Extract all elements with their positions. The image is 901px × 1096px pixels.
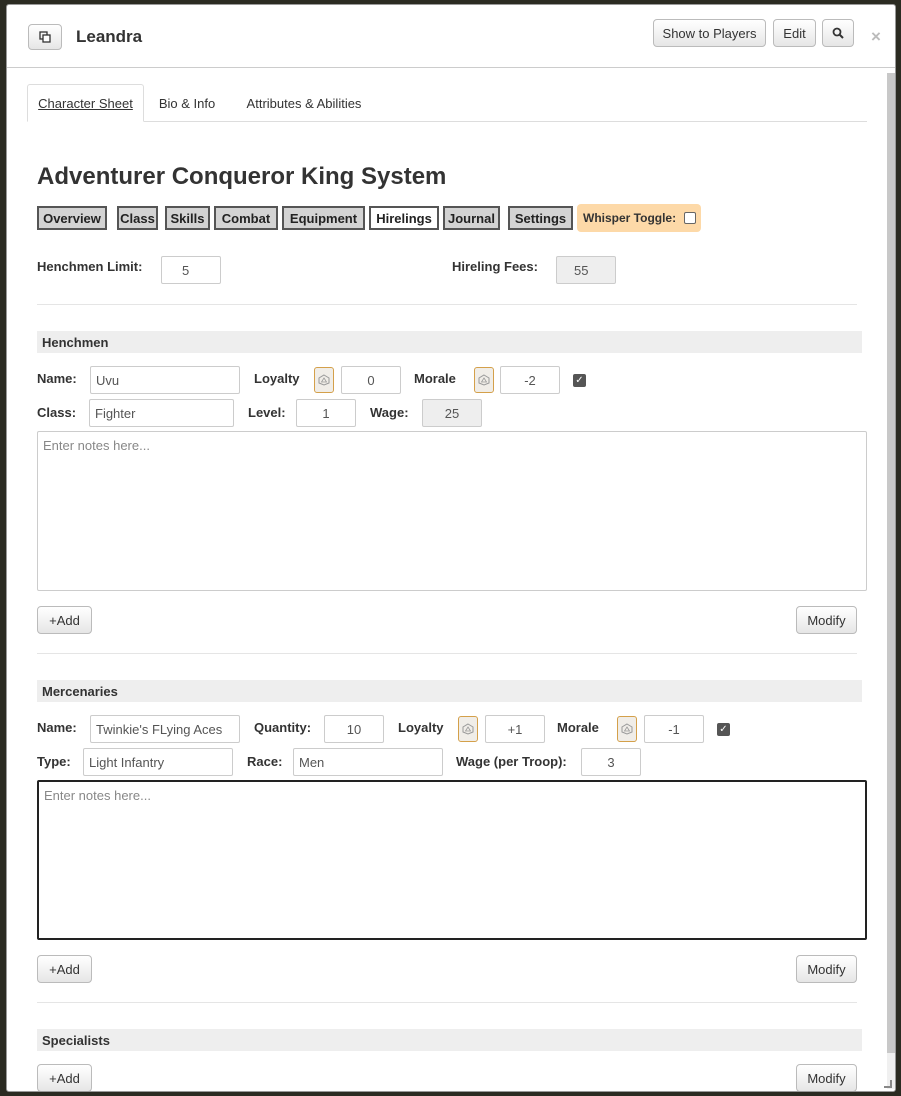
whisper-toggle[interactable]: Whisper Toggle: xyxy=(577,204,701,232)
whisper-checkbox[interactable] xyxy=(684,212,697,224)
mercenary-morale-roll-button[interactable] xyxy=(617,716,637,742)
henchman-level-label: Level: xyxy=(248,405,286,420)
henchman-loyalty-input[interactable]: 0 xyxy=(341,366,401,394)
henchman-morale-label: Morale xyxy=(414,371,456,386)
mercenary-quantity-input[interactable]: 10 xyxy=(324,715,384,743)
mercenary-loyalty-roll-button[interactable] xyxy=(458,716,478,742)
mercenary-quantity-label: Quantity: xyxy=(254,720,312,735)
mercenary-race-input[interactable]: Men xyxy=(293,748,443,776)
henchman-level-input[interactable]: 1 xyxy=(296,399,356,427)
henchman-class-label: Class: xyxy=(37,405,77,420)
divider xyxy=(37,304,857,305)
mercenaries-modify-button[interactable]: Modify xyxy=(796,955,857,983)
nav-hirelings[interactable]: Hirelings xyxy=(369,206,439,230)
search-button[interactable] xyxy=(822,19,854,47)
mercenary-loyalty-input[interactable]: +1 xyxy=(485,715,545,743)
checkmark-icon: ✓ xyxy=(575,375,584,386)
dialog-content: Character Sheet Bio & Info Attributes & … xyxy=(7,69,887,1091)
specialists-heading: Specialists xyxy=(37,1029,862,1051)
tab-bar: Character Sheet Bio & Info Attributes & … xyxy=(27,84,867,122)
hireling-fees-value: 55 xyxy=(556,256,616,284)
henchman-loyalty-label: Loyalty xyxy=(254,371,300,386)
mercenaries-heading: Mercenaries xyxy=(37,680,862,702)
nav-overview[interactable]: Overview xyxy=(37,206,107,230)
mercenary-name-label: Name: xyxy=(37,720,77,735)
tab-bio-info[interactable]: Bio & Info xyxy=(152,84,222,122)
nav-class[interactable]: Class xyxy=(117,206,158,230)
henchman-loyalty-roll-button[interactable] xyxy=(314,367,334,393)
nav-combat[interactable]: Combat xyxy=(214,206,278,230)
mercenary-morale-label: Morale xyxy=(557,720,599,735)
show-to-players-button[interactable]: Show to Players xyxy=(653,19,766,47)
character-name: Leandra xyxy=(76,27,143,46)
henchmen-heading: Henchmen xyxy=(37,331,862,353)
henchmen-add-button[interactable]: +Add xyxy=(37,606,92,634)
tab-attributes-abilities[interactable]: Attributes & Abilities xyxy=(239,84,369,122)
henchman-name-input[interactable]: Uvu xyxy=(90,366,240,394)
nav-equipment[interactable]: Equipment xyxy=(282,206,365,230)
nav-skills[interactable]: Skills xyxy=(165,206,210,230)
resize-handle[interactable] xyxy=(884,1080,892,1088)
specialists-modify-button[interactable]: Modify xyxy=(796,1064,857,1091)
mercenary-wage-input[interactable]: 3 xyxy=(581,748,641,776)
mercenary-notes-textarea[interactable]: Enter notes here... xyxy=(37,780,867,940)
henchman-wage-label: Wage: xyxy=(370,405,409,420)
d20-icon xyxy=(462,723,474,735)
mercenary-type-input[interactable]: Light Infantry xyxy=(83,748,233,776)
henchman-morale-roll-button[interactable] xyxy=(474,367,494,393)
henchman-name-label: Name: xyxy=(37,371,77,386)
d20-icon xyxy=(621,723,633,735)
whisper-toggle-label: Whisper Toggle: xyxy=(583,211,677,225)
edit-button[interactable]: Edit xyxy=(773,19,816,47)
d20-icon xyxy=(478,374,490,386)
mercenary-checkbox[interactable]: ✓ xyxy=(717,723,730,736)
mercenary-loyalty-label: Loyalty xyxy=(398,720,444,735)
dialog-titlebar: Leandra Show to Players Edit × xyxy=(7,5,895,68)
popout-button[interactable] xyxy=(28,24,62,50)
divider xyxy=(37,1002,857,1003)
d20-icon xyxy=(318,374,330,386)
mercenary-race-label: Race: xyxy=(247,754,283,769)
nav-settings[interactable]: Settings xyxy=(508,206,573,230)
close-button[interactable]: × xyxy=(871,27,881,47)
henchman-notes-textarea[interactable]: Enter notes here... xyxy=(37,431,867,591)
search-icon xyxy=(832,27,844,39)
mercenary-wage-label: Wage (per Troop): xyxy=(456,754,567,769)
henchman-wage-value: 25 xyxy=(422,399,482,427)
henchman-class-input[interactable]: Fighter xyxy=(89,399,234,427)
mercenaries-add-button[interactable]: +Add xyxy=(37,955,92,983)
scrollbar-thumb[interactable] xyxy=(887,73,895,1053)
nav-journal[interactable]: Journal xyxy=(443,206,500,230)
mercenary-morale-input[interactable]: -1 xyxy=(644,715,704,743)
henchmen-limit-label: Henchmen Limit: xyxy=(37,259,143,274)
divider xyxy=(37,653,857,654)
henchman-morale-input[interactable]: -2 xyxy=(500,366,560,394)
mercenary-name-input[interactable]: Twinkie's FLying Aces xyxy=(90,715,240,743)
popout-icon xyxy=(39,31,51,43)
character-dialog: Leandra Show to Players Edit × Character… xyxy=(6,4,896,1092)
henchmen-limit-input[interactable]: 5 xyxy=(161,256,221,284)
henchman-checkbox[interactable]: ✓ xyxy=(573,374,586,387)
sheet-title: Adventurer Conqueror King System xyxy=(37,163,447,190)
henchmen-modify-button[interactable]: Modify xyxy=(796,606,857,634)
mercenary-type-label: Type: xyxy=(37,754,71,769)
specialists-add-button[interactable]: +Add xyxy=(37,1064,92,1091)
checkmark-icon: ✓ xyxy=(719,724,728,735)
hireling-fees-label: Hireling Fees: xyxy=(452,259,538,274)
tab-character-sheet[interactable]: Character Sheet xyxy=(27,84,144,122)
scrollbar[interactable] xyxy=(887,73,895,1089)
